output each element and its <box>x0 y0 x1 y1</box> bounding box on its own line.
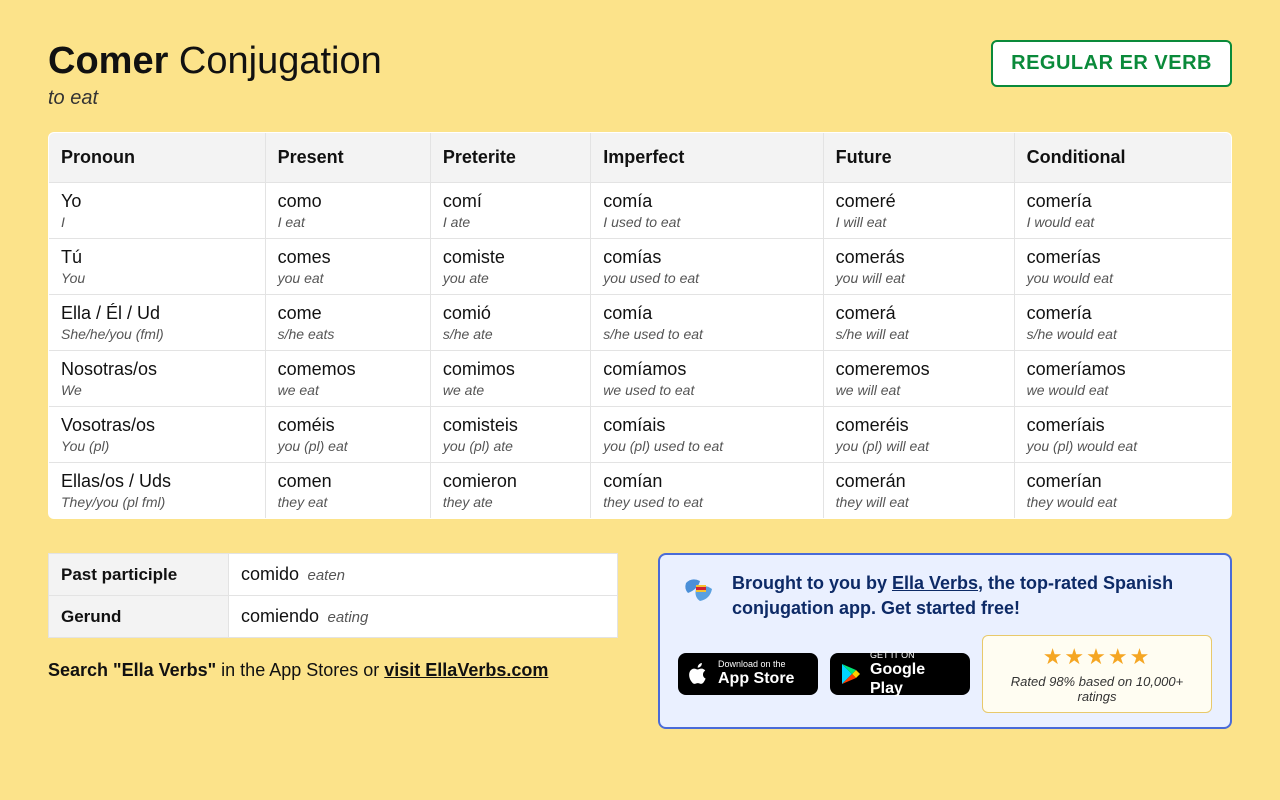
conjugation-cell: comeréisyou (pl) will eat <box>823 407 1014 463</box>
pronoun-cell: Ellas/os / UdsThey/you (pl fml) <box>49 463 266 519</box>
table-row: Ella / Él / UdShe/he/you (fml)comes/he e… <box>49 295 1232 351</box>
conjugation-cell: comerás/he will eat <box>823 295 1014 351</box>
brand-link[interactable]: Ella Verbs <box>892 573 978 593</box>
forms-table: Past participle comido eaten Gerund comi… <box>48 553 618 638</box>
pronoun-cell: Vosotras/osYou (pl) <box>49 407 266 463</box>
page-title: Comer Conjugation <box>48 40 382 83</box>
pronoun-cell: YoI <box>49 183 266 239</box>
table-row: Nosotras/osWecomemoswe eatcomimoswe atec… <box>49 351 1232 407</box>
conjugation-cell: comemoswe eat <box>265 351 430 407</box>
google-play-icon <box>840 663 862 685</box>
conjugation-cell: comisteyou ate <box>430 239 590 295</box>
table-header: Future <box>823 133 1014 183</box>
verb-translation: to eat <box>48 87 382 110</box>
search-hint: Search "Ella Verbs" in the App Stores or… <box>48 660 618 681</box>
conjugation-cell: comíaisyou (pl) used to eat <box>591 407 823 463</box>
pronoun-cell: Ella / Él / UdShe/he/you (fml) <box>49 295 266 351</box>
conjugation-cell: comisteisyou (pl) ate <box>430 407 590 463</box>
table-header: Pronoun <box>49 133 266 183</box>
conjugation-cell: comíanthey used to eat <box>591 463 823 519</box>
conjugation-cell: comerías/he would eat <box>1014 295 1231 351</box>
table-header: Conditional <box>1014 133 1231 183</box>
table-header: Present <box>265 133 430 183</box>
app-icon <box>678 571 718 611</box>
promo-text: Brought to you by Ella Verbs, the top-ra… <box>732 571 1212 621</box>
conjugation-cell: comenthey eat <box>265 463 430 519</box>
promo-box: Brought to you by Ella Verbs, the top-ra… <box>658 553 1232 729</box>
conjugation-cell: coméisyou (pl) eat <box>265 407 430 463</box>
past-participle-label: Past participle <box>49 554 229 596</box>
conjugation-cell: comes/he eats <box>265 295 430 351</box>
verb-type-badge: REGULAR ER VERB <box>991 40 1232 87</box>
conjugation-cell: comiós/he ate <box>430 295 590 351</box>
stars-icon: ★★★★★ <box>997 644 1197 670</box>
title-rest: Conjugation <box>168 40 381 82</box>
conjugation-cell: comíI ate <box>430 183 590 239</box>
conjugation-cell: comeríaisyou (pl) would eat <box>1014 407 1231 463</box>
conjugation-cell: comerásyou will eat <box>823 239 1014 295</box>
rating-box: ★★★★★ Rated 98% based on 10,000+ ratings <box>982 635 1212 713</box>
conjugation-cell: comíasyou used to eat <box>591 239 823 295</box>
conjugation-table: PronounPresentPreteriteImperfectFutureCo… <box>48 132 1232 519</box>
conjugation-cell: comíaI used to eat <box>591 183 823 239</box>
table-row: Ellas/os / UdsThey/you (pl fml)comenthey… <box>49 463 1232 519</box>
conjugation-cell: comeríaI would eat <box>1014 183 1231 239</box>
visit-link[interactable]: visit EllaVerbs.com <box>384 660 548 680</box>
gerund-value: comiendo eating <box>229 596 618 638</box>
conjugation-cell: comeránthey will eat <box>823 463 1014 519</box>
conjugation-cell: comías/he used to eat <box>591 295 823 351</box>
conjugation-cell: comíamoswe used to eat <box>591 351 823 407</box>
table-row: YoIcomoI eatcomíI atecomíaI used to eatc… <box>49 183 1232 239</box>
conjugation-cell: comesyou eat <box>265 239 430 295</box>
conjugation-cell: comoI eat <box>265 183 430 239</box>
table-header: Imperfect <box>591 133 823 183</box>
conjugation-cell: comeremoswe will eat <box>823 351 1014 407</box>
app-store-button[interactable]: Download on the App Store <box>678 653 818 695</box>
conjugation-cell: comimoswe ate <box>430 351 590 407</box>
conjugation-cell: comieronthey ate <box>430 463 590 519</box>
pronoun-cell: Nosotras/osWe <box>49 351 266 407</box>
past-participle-value: comido eaten <box>229 554 618 596</box>
pronoun-cell: TúYou <box>49 239 266 295</box>
conjugation-cell: comeríamoswe would eat <box>1014 351 1231 407</box>
conjugation-cell: comeríasyou would eat <box>1014 239 1231 295</box>
table-row: Vosotras/osYou (pl)coméisyou (pl) eatcom… <box>49 407 1232 463</box>
conjugation-cell: comeríanthey would eat <box>1014 463 1231 519</box>
table-header: Preterite <box>430 133 590 183</box>
table-row: TúYoucomesyou eatcomisteyou atecomíasyou… <box>49 239 1232 295</box>
apple-icon <box>688 662 710 686</box>
conjugation-cell: comeréI will eat <box>823 183 1014 239</box>
gerund-label: Gerund <box>49 596 229 638</box>
google-play-button[interactable]: GET IT ON Google Play <box>830 653 970 695</box>
verb-name: Comer <box>48 40 168 82</box>
rating-text: Rated 98% based on 10,000+ ratings <box>997 674 1197 704</box>
